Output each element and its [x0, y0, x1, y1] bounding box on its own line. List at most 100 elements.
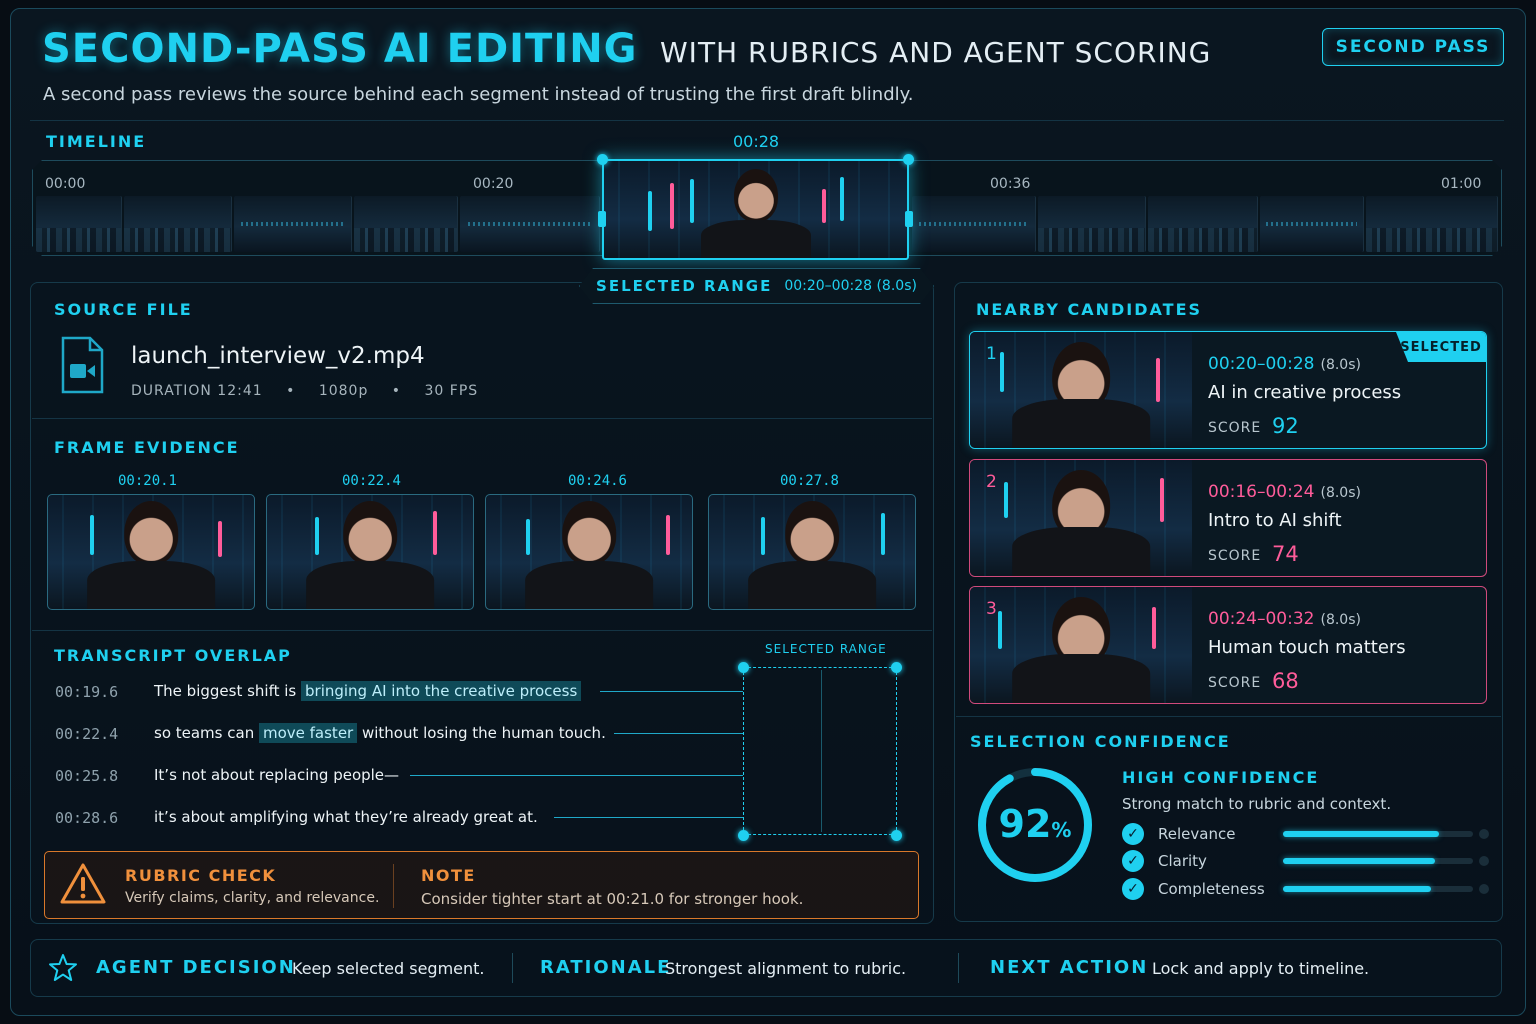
timeline-tick: 00:20 — [473, 176, 514, 192]
timeline-clip[interactable] — [460, 196, 600, 252]
selection-confidence-label: SELECTION CONFIDENCE — [970, 732, 1231, 751]
metric-bar-fill — [1283, 858, 1435, 864]
evidence-frame[interactable] — [708, 494, 916, 610]
check-icon: ✓ — [1122, 878, 1144, 900]
next-action-label: NEXT ACTION — [990, 957, 1149, 978]
star-icon — [49, 954, 77, 981]
confidence-level: HIGH CONFIDENCE — [1122, 768, 1320, 787]
frame-time: 00:22.4 — [341, 473, 401, 489]
selection-trim-handle-left[interactable] — [598, 211, 606, 227]
meta-bullet: • — [391, 383, 402, 399]
range-corner-dot[interactable] — [738, 830, 749, 841]
transcript-overlap-label: TRANSCRIPT OVERLAP — [54, 646, 292, 665]
range-midline — [821, 670, 822, 832]
candidate-range: 00:24–00:32 (8.0s) — [1208, 609, 1361, 629]
candidate-range: 00:16–00:24 (8.0s) — [1208, 482, 1361, 502]
evidence-frame[interactable] — [266, 494, 474, 610]
rationale-label: RATIONALE — [540, 957, 672, 978]
candidate-card[interactable]: 3 00:24–00:32 (8.0s) Human touch matters … — [969, 586, 1487, 704]
page-title: SECOND-PASS AI EDITING — [42, 26, 638, 72]
check-icon: ✓ — [1122, 850, 1144, 872]
timeline-clip[interactable] — [234, 196, 352, 252]
selection-trim-handle-right[interactable] — [905, 211, 913, 227]
nearby-candidates-label: NEARBY CANDIDATES — [976, 300, 1203, 319]
transcript-highlight: bringing AI into the creative process — [301, 681, 582, 701]
source-file-name[interactable]: launch_interview_v2.mp4 — [131, 343, 425, 369]
timeline-clip[interactable] — [912, 196, 1036, 252]
range-corner-dot[interactable] — [738, 662, 749, 673]
timeline-tick: 01:00 — [1441, 176, 1482, 192]
frame-evidence-label: FRAME EVIDENCE — [54, 438, 240, 457]
timeline-clip[interactable] — [124, 196, 232, 252]
second-pass-button[interactable]: SECOND PASS — [1322, 28, 1504, 66]
metric-name: Relevance — [1158, 825, 1236, 843]
divider — [32, 418, 932, 419]
frame-time: 00:27.8 — [779, 473, 839, 489]
transcript-line[interactable]: so teams can move faster without losing … — [154, 723, 606, 743]
evidence-frame[interactable] — [485, 494, 693, 610]
timeline-clip[interactable] — [1260, 196, 1364, 252]
transcript-selected-range-box[interactable] — [743, 667, 897, 835]
timeline-selected-clip[interactable] — [602, 159, 909, 260]
selection-handle-dot[interactable] — [597, 154, 608, 165]
evidence-frame[interactable] — [47, 494, 255, 610]
score-label: SCORE — [1208, 675, 1262, 691]
candidate-card[interactable]: 2 00:16–00:24 (8.0s) Intro to AI shift SC… — [969, 459, 1487, 577]
transcript-line[interactable]: The biggest shift is bringing AI into th… — [154, 681, 582, 701]
candidate-number: 2 — [986, 472, 997, 492]
transcript-time: 00:22.4 — [55, 725, 119, 743]
metric-name: Completeness — [1158, 880, 1265, 898]
transcript-connector — [600, 691, 743, 692]
check-icon: ✓ — [1122, 823, 1144, 845]
timeline-current-time: 00:28 — [733, 132, 780, 151]
metric-completeness: ✓ Completeness — [1122, 878, 1492, 900]
next-action-button[interactable]: Lock and apply to timeline. — [1152, 959, 1369, 978]
selection-handle-dot[interactable] — [903, 154, 914, 165]
candidate-caption: Intro to AI shift — [1208, 510, 1342, 531]
metric-relevance: ✓ Relevance — [1122, 823, 1492, 845]
candidate-number: 3 — [986, 599, 997, 619]
score-label: SCORE — [1208, 548, 1262, 564]
frame-time: 00:24.6 — [567, 473, 627, 489]
agent-decision-label: AGENT DECISION — [96, 957, 296, 978]
frame-time: 00:20.1 — [117, 473, 177, 489]
selected-range-value: 00:20–00:28 (8.0s) — [784, 278, 917, 294]
metric-name: Clarity — [1158, 852, 1207, 870]
transcript-connector — [554, 817, 743, 818]
source-file-label: SOURCE FILE — [54, 300, 193, 319]
candidate-card[interactable]: 1 SELECTED 00:20–00:28 (8.0s) AI in creat… — [969, 331, 1487, 449]
candidate-caption: Human touch matters — [1208, 637, 1406, 658]
candidate-thumbnail — [970, 332, 1192, 448]
page-subtitle: A second pass reviews the source behind … — [43, 84, 914, 105]
timeline-tick: 00:00 — [45, 176, 86, 192]
source-fps: 30 FPS — [424, 383, 479, 399]
selected-range-label: SELECTED RANGE — [596, 277, 773, 295]
range-corner-dot[interactable] — [891, 662, 902, 673]
note-label: NOTE — [421, 866, 476, 885]
agent-decision-value: Keep selected segment. — [292, 959, 485, 978]
timeline-clip[interactable] — [1148, 196, 1258, 252]
source-duration: DURATION 12:41 — [131, 383, 263, 399]
transcript-line[interactable]: it’s about amplifying what they’re alrea… — [154, 808, 538, 826]
transcript-time: 00:19.6 — [55, 683, 119, 701]
transcript-line[interactable]: It’s not about replacing people— — [154, 766, 399, 784]
transcript-highlight: move faster — [258, 723, 358, 743]
transcript-time: 00:28.6 — [55, 809, 119, 827]
metric-bar-fill — [1283, 886, 1432, 892]
source-file-meta: DURATION 12:41 • 1080p • 30 FPS — [131, 383, 496, 399]
note-text: Consider tighter start at 00:21.0 for st… — [421, 890, 804, 908]
timeline-clip[interactable] — [354, 196, 458, 252]
candidate-score: 68 — [1272, 669, 1299, 693]
timeline-clip[interactable] — [1038, 196, 1146, 252]
candidate-score: 92 — [1272, 414, 1299, 438]
divider — [956, 716, 1501, 717]
page-title-sub: WITH RUBRICS AND AGENT SCORING — [660, 36, 1212, 69]
timeline-clip[interactable] — [36, 196, 122, 252]
range-corner-dot[interactable] — [891, 830, 902, 841]
candidate-range: 00:20–00:28 (8.0s) — [1208, 354, 1361, 374]
transcript-connector — [614, 733, 743, 734]
meta-bullet: • — [286, 383, 296, 399]
transcript-time: 00:25.8 — [55, 767, 119, 785]
timeline-clip[interactable] — [1366, 196, 1498, 252]
candidate-thumbnail — [970, 460, 1192, 576]
